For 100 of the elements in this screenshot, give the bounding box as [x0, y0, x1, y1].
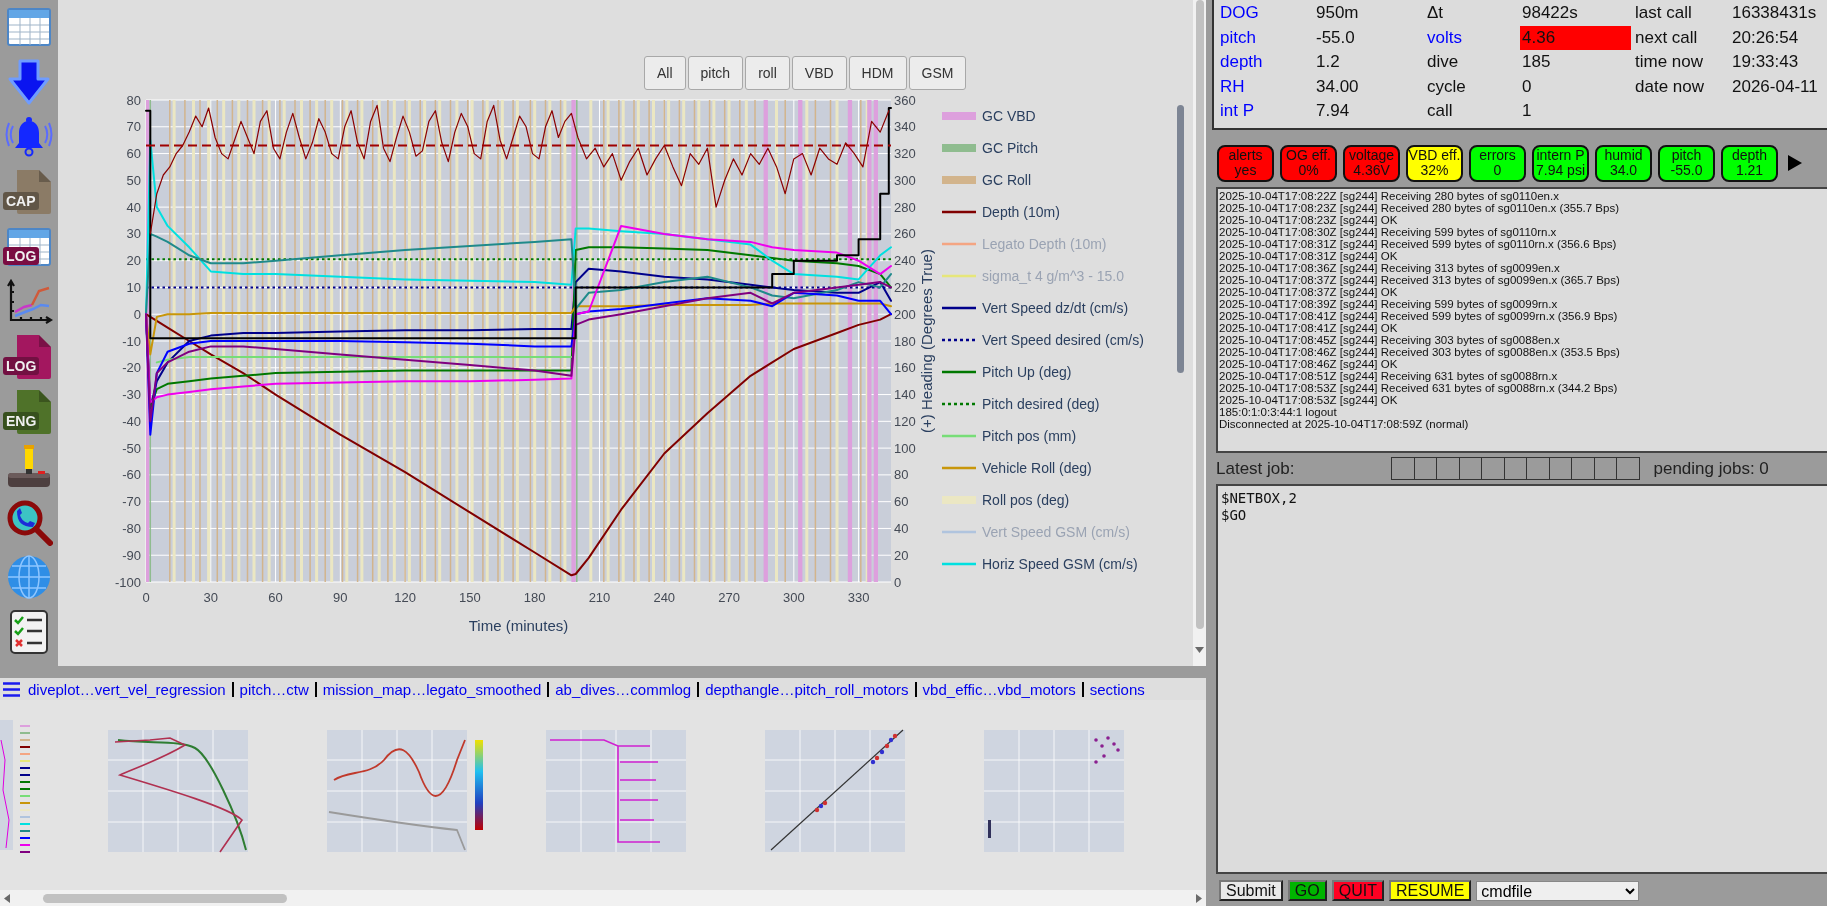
legend-item[interactable]: Pitch Up (deg)	[942, 364, 1072, 380]
file-button[interactable]: CAP	[3, 167, 55, 216]
log-line: 2025-10-04T17:08:46Z [sg244] OK	[1219, 358, 1399, 370]
legend-label: Pitch Up (deg)	[982, 364, 1072, 380]
legend-item[interactable]: Pitch pos (mm)	[942, 428, 1077, 444]
axis-tick-label: 260	[894, 226, 916, 242]
status-link[interactable]: depth	[1214, 50, 1314, 75]
caret-right-icon[interactable]	[1788, 155, 1802, 171]
file-button[interactable]: LOG	[3, 332, 55, 381]
log-line: 2025-10-04T17:08:53Z [sg244] Received 631 bytes of sg0088rn.x (344.2 Bps)	[1219, 382, 1619, 394]
axis-tick-label: 60	[268, 590, 283, 605]
line-chart-icon[interactable]	[5, 277, 53, 326]
trace-filter-button[interactable]: roll	[745, 56, 790, 90]
plot-link[interactable]: diveplot…vert_vel_regression	[28, 680, 226, 698]
axis-tick-label: 240	[653, 590, 676, 605]
command-button[interactable]: QUIT	[1331, 880, 1384, 901]
command-file-select[interactable]: cmdfile	[1476, 880, 1640, 901]
status-label: call	[1427, 100, 1454, 123]
scroll-left-icon[interactable]	[4, 893, 10, 903]
axis-tick-label: 20	[126, 253, 141, 269]
legend-item[interactable]: Horiz Speed GSM (cm/s)	[942, 556, 1138, 572]
badge-label: voltage	[1348, 148, 1395, 163]
badge-value: 7.94 psi	[1535, 163, 1585, 178]
globe-icon[interactable]	[5, 552, 53, 601]
log-line: 2025-10-04T17:08:30Z [sg244] Receiving 599 bytes of sg0110rn.x	[1219, 226, 1558, 238]
status-link[interactable]: DOG	[1214, 1, 1314, 26]
axis-tick-label: -70	[122, 494, 141, 510]
log-line: 2025-10-04T17:08:22Z [sg244] Receiving 280 bytes of sg0110en.x	[1219, 190, 1560, 202]
badge-label: VBD eff.	[1408, 148, 1461, 163]
axis-tick-label: 270	[718, 590, 740, 605]
axis-tick-label: 240	[894, 253, 916, 269]
trace-filter-button[interactable]: pitch	[687, 56, 744, 90]
plot-link[interactable]: sections	[1089, 680, 1145, 698]
file-button[interactable]: LOG	[3, 222, 55, 271]
log-line: 2025-10-04T17:08:51Z [sg244] Receiving 631 bytes of sg0088rn.x	[1219, 370, 1559, 382]
legend-item[interactable]: Vehicle Roll (deg)	[942, 460, 1092, 476]
badge-value: 0	[1493, 163, 1502, 178]
axis-tick-label: 20	[894, 547, 909, 563]
legend-label: Horiz Speed GSM (cm/s)	[982, 556, 1138, 572]
trace-filter-button[interactable]: HDM	[848, 56, 907, 90]
status-label: Δt	[1427, 2, 1445, 25]
command-button[interactable]: GO	[1287, 880, 1327, 901]
scroll-down-icon[interactable]	[1195, 647, 1204, 653]
axis-tick-label: 330	[847, 590, 870, 605]
legend-item[interactable]: Vert Speed dz/dt (cm/s)	[942, 300, 1129, 316]
axis-tick-label: 210	[588, 590, 611, 605]
status-link[interactable]: pitch	[1214, 25, 1314, 50]
horizontal-scrollbar[interactable]	[0, 890, 1206, 906]
badge-value: 4.36V	[1353, 163, 1390, 178]
axis-tick-label: 360	[894, 92, 916, 108]
legend-label: Depth (10m)	[982, 204, 1060, 220]
trace-filter-button[interactable]: VBD	[791, 56, 847, 90]
plot-link[interactable]: vbd_effic…vbd_motors	[922, 680, 1076, 698]
axis-tick-label: 30	[126, 226, 141, 242]
command-input[interactable]: $NETBOX,2 $GO	[1216, 484, 1827, 874]
status-value: -55.0	[1315, 26, 1356, 49]
axis-tick-label: 50	[126, 172, 141, 188]
legend-item[interactable]: Pitch desired (deg)	[942, 396, 1100, 412]
legend-item[interactable]: GC Roll	[942, 172, 1031, 188]
plot-link[interactable]: mission_map…legato_smoothed	[322, 680, 542, 698]
legend-scrollbar[interactable]	[1177, 105, 1184, 373]
trace-filter-button[interactable]: GSM	[908, 56, 967, 90]
legend-item[interactable]: Roll pos (deg)	[942, 492, 1070, 508]
legend-label: sigma_t 4 g/m^3 - 15.0	[982, 268, 1125, 284]
legend-label: GC Roll	[982, 172, 1032, 188]
badge-label: errors	[1479, 148, 1516, 163]
legend-item[interactable]: GC VBD	[942, 108, 1036, 124]
status-link[interactable]: volts	[1427, 25, 1520, 50]
log-line: 2025-10-04T17:08:23Z [sg244] Received 280 bytes of sg0110en.x (355.7 Bps)	[1219, 202, 1620, 214]
axis-tick-label: -10	[122, 333, 141, 349]
plot-link[interactable]: ab_dives…commlog	[555, 680, 692, 698]
command-button[interactable]: Submit	[1219, 880, 1283, 901]
legend-item[interactable]: GC Pitch	[942, 140, 1038, 156]
file-button[interactable]: ENG	[3, 387, 55, 436]
menu-icon[interactable]	[3, 681, 20, 697]
log-line: 2025-10-04T17:08:23Z [sg244] OK	[1219, 214, 1399, 226]
legend-label: GC VBD	[982, 108, 1036, 124]
log-line: 185:0:1:0:3:44:1 logout	[1219, 406, 1338, 418]
legend-label: Vert Speed desired (cm/s)	[982, 332, 1144, 348]
status-link[interactable]: RH	[1214, 74, 1314, 99]
axis-tick-label: 160	[894, 360, 916, 376]
trace-filter-button[interactable]: All	[644, 56, 686, 90]
scrollbar-thumb[interactable]	[43, 893, 287, 903]
legend-item[interactable]: Depth (10m)	[942, 204, 1060, 220]
vertical-scrollbar[interactable]	[1193, 0, 1206, 666]
axis-tick-label: 300	[894, 172, 916, 188]
command-button[interactable]: RESUME	[1388, 880, 1472, 901]
plot-link[interactable]: depthangle…pitch_roll_motors	[705, 680, 909, 698]
status-value: 2026-04-11	[1731, 75, 1819, 98]
legend-item[interactable]: Vert Speed desired (cm/s)	[942, 332, 1144, 348]
status-link[interactable]: int P	[1214, 99, 1314, 124]
legend-label: Pitch pos (mm)	[982, 428, 1077, 444]
scroll-right-icon[interactable]	[1196, 893, 1202, 903]
plot-link[interactable]: pitch…ctw	[239, 680, 309, 698]
status-label: next call	[1635, 26, 1699, 49]
status-label: date now	[1635, 75, 1705, 98]
badge-label: alerts	[1228, 148, 1263, 163]
scrollbar-thumb[interactable]	[1195, 0, 1204, 629]
axis-tick-label: 220	[894, 279, 916, 295]
status-label: last call	[1635, 2, 1693, 25]
